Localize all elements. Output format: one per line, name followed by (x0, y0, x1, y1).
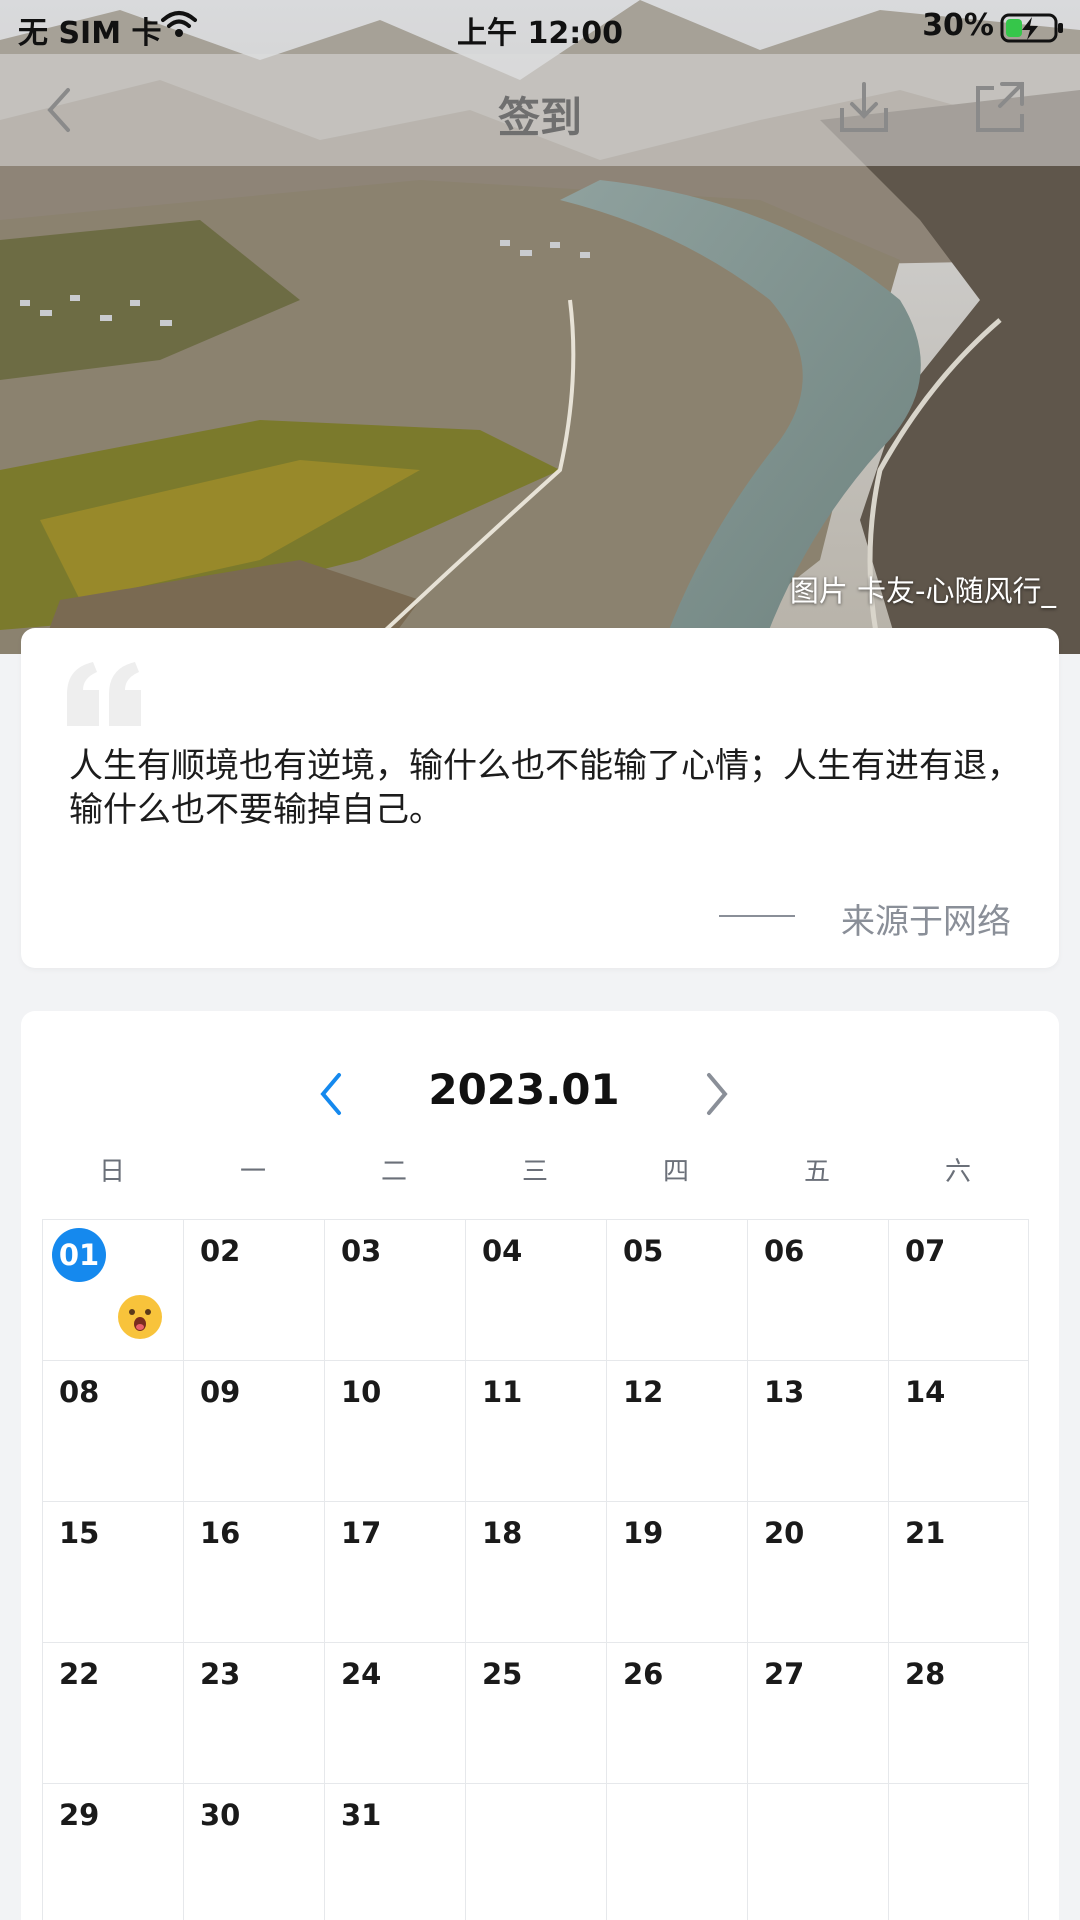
calendar-day-number: 13 (764, 1375, 805, 1409)
battery-percent: 30% (922, 8, 994, 43)
calendar-day-number: 22 (59, 1657, 100, 1691)
weekday-label: 三 (521, 1157, 548, 1187)
calendar-day-cell (465, 1783, 606, 1920)
calendar-day-number: 09 (200, 1375, 241, 1409)
quote-card: 人生有顺境也有逆境，输什么也不能输了心情；人生有进有退，输什么也不要输掉自己。 … (21, 628, 1059, 968)
calendar-day-number: 28 (905, 1657, 946, 1691)
calendar-day-cell[interactable]: 31 (324, 1783, 465, 1920)
battery-charging-icon (1000, 12, 1066, 52)
weekday-label: 一 (239, 1157, 266, 1187)
calendar-day-cell[interactable]: 25 (465, 1642, 606, 1783)
calendar-card: 2023.01 日 一 二 三 四 五 六 01 02 03 04 05 06 07 08 09… (21, 1011, 1059, 1920)
weekday-label: 四 (662, 1157, 689, 1187)
quote-dash (719, 915, 795, 917)
calendar-day-number: 17 (341, 1516, 382, 1550)
calendar-header: 2023.01 (21, 1051, 1059, 1131)
calendar-day-cell[interactable]: 14 (888, 1360, 1029, 1501)
clock: 上午 12:00 (457, 16, 623, 51)
weekday-label: 二 (380, 1157, 407, 1187)
calendar-day-cell[interactable]: 15 (42, 1501, 183, 1642)
calendar-day-number: 15 (59, 1516, 100, 1550)
nav-bar: 签到 (0, 54, 1080, 166)
calendar-day-number: 11 (482, 1375, 523, 1409)
calendar-day-cell[interactable]: 22 (42, 1642, 183, 1783)
calendar-day-number: 14 (905, 1375, 946, 1409)
page-title: 签到 (497, 93, 582, 142)
calendar-day-number: 16 (200, 1516, 241, 1550)
calendar-day-cell[interactable]: 10 (324, 1360, 465, 1501)
calendar-day-cell[interactable]: 21 (888, 1501, 1029, 1642)
calendar-day-cell[interactable]: 23 (183, 1642, 324, 1783)
calendar-day-number: 30 (200, 1798, 241, 1832)
calendar-day-number: 07 (905, 1234, 946, 1268)
calendar-day-cell (747, 1783, 888, 1920)
calendar-day-number: 08 (59, 1375, 100, 1409)
calendar-day-number: 21 (905, 1516, 946, 1550)
weekday-label: 六 (944, 1157, 971, 1187)
calendar-day-cell[interactable]: 05 (606, 1219, 747, 1360)
weekday-row: 日 一 二 三 四 五 六 (42, 1151, 1026, 1191)
next-month-icon[interactable] (697, 1069, 737, 1119)
prev-month-icon[interactable] (311, 1069, 351, 1119)
weekday-label: 五 (803, 1157, 830, 1187)
calendar-day-cell[interactable]: 09 (183, 1360, 324, 1501)
calendar-day-number: 05 (623, 1234, 664, 1268)
calendar-day-number: 20 (764, 1516, 805, 1550)
calendar-day-cell[interactable]: 13 (747, 1360, 888, 1501)
calendar-day-number: 24 (341, 1657, 382, 1691)
calendar-day-cell[interactable]: 29 (42, 1783, 183, 1920)
download-icon[interactable] (834, 78, 894, 138)
signed-in-emoji-icon (117, 1294, 163, 1344)
calendar-day-number: 18 (482, 1516, 523, 1550)
calendar-month: 2023.01 (428, 1065, 620, 1114)
calendar-day-number: 25 (482, 1657, 523, 1691)
checkin-page: 图片 卡友-心随风行_ 无 SIM 卡 上午 12:00 30% 签到 人生有顺… (0, 0, 1080, 1920)
calendar-day-number: 26 (623, 1657, 664, 1691)
quote-source: 来源于网络 (841, 902, 1011, 942)
calendar-day-cell[interactable]: 02 (183, 1219, 324, 1360)
calendar-day-cell[interactable]: 19 (606, 1501, 747, 1642)
calendar-day-cell[interactable]: 11 (465, 1360, 606, 1501)
calendar-day-cell[interactable]: 12 (606, 1360, 747, 1501)
calendar-day-cell[interactable]: 08 (42, 1360, 183, 1501)
calendar-day-cell[interactable]: 01 (42, 1219, 183, 1360)
photo-credit: 图片 卡友-心随风行_ (789, 574, 1056, 608)
calendar-day-number: 10 (341, 1375, 382, 1409)
calendar-day-number: 29 (59, 1798, 100, 1832)
calendar-day-cell[interactable]: 24 (324, 1642, 465, 1783)
calendar-day-cell[interactable]: 20 (747, 1501, 888, 1642)
calendar-day-cell[interactable]: 30 (183, 1783, 324, 1920)
calendar-day-number: 27 (764, 1657, 805, 1691)
calendar-day-cell (606, 1783, 747, 1920)
calendar-day-cell[interactable]: 28 (888, 1642, 1029, 1783)
calendar-day-cell[interactable]: 17 (324, 1501, 465, 1642)
share-icon[interactable] (970, 78, 1030, 138)
calendar-day-number: 04 (482, 1234, 523, 1268)
calendar-day-number: 02 (200, 1234, 241, 1268)
calendar-day-cell (888, 1783, 1029, 1920)
calendar-day-number: 06 (764, 1234, 805, 1268)
calendar-day-number: 01 (52, 1228, 106, 1282)
calendar-day-cell[interactable]: 18 (465, 1501, 606, 1642)
calendar-day-number: 12 (623, 1375, 664, 1409)
weekday-label: 日 (98, 1157, 125, 1187)
calendar-day-number: 03 (341, 1234, 382, 1268)
calendar-day-cell[interactable]: 26 (606, 1642, 747, 1783)
calendar-day-cell[interactable]: 06 (747, 1219, 888, 1360)
calendar-day-cell[interactable]: 16 (183, 1501, 324, 1642)
quote-mark-icon (65, 660, 145, 730)
status-bar: 无 SIM 卡 上午 12:00 30% (0, 0, 1080, 54)
calendar-day-number: 23 (200, 1657, 241, 1691)
calendar-day-cell[interactable]: 27 (747, 1642, 888, 1783)
calendar-day-cell[interactable]: 07 (888, 1219, 1029, 1360)
calendar-day-number: 19 (623, 1516, 664, 1550)
quote-text: 人生有顺境也有逆境，输什么也不能输了心情；人生有进有退，输什么也不要输掉自己。 (69, 746, 1021, 830)
calendar-day-cell[interactable]: 03 (324, 1219, 465, 1360)
calendar-day-cell[interactable]: 04 (465, 1219, 606, 1360)
calendar-day-number: 31 (341, 1798, 382, 1832)
